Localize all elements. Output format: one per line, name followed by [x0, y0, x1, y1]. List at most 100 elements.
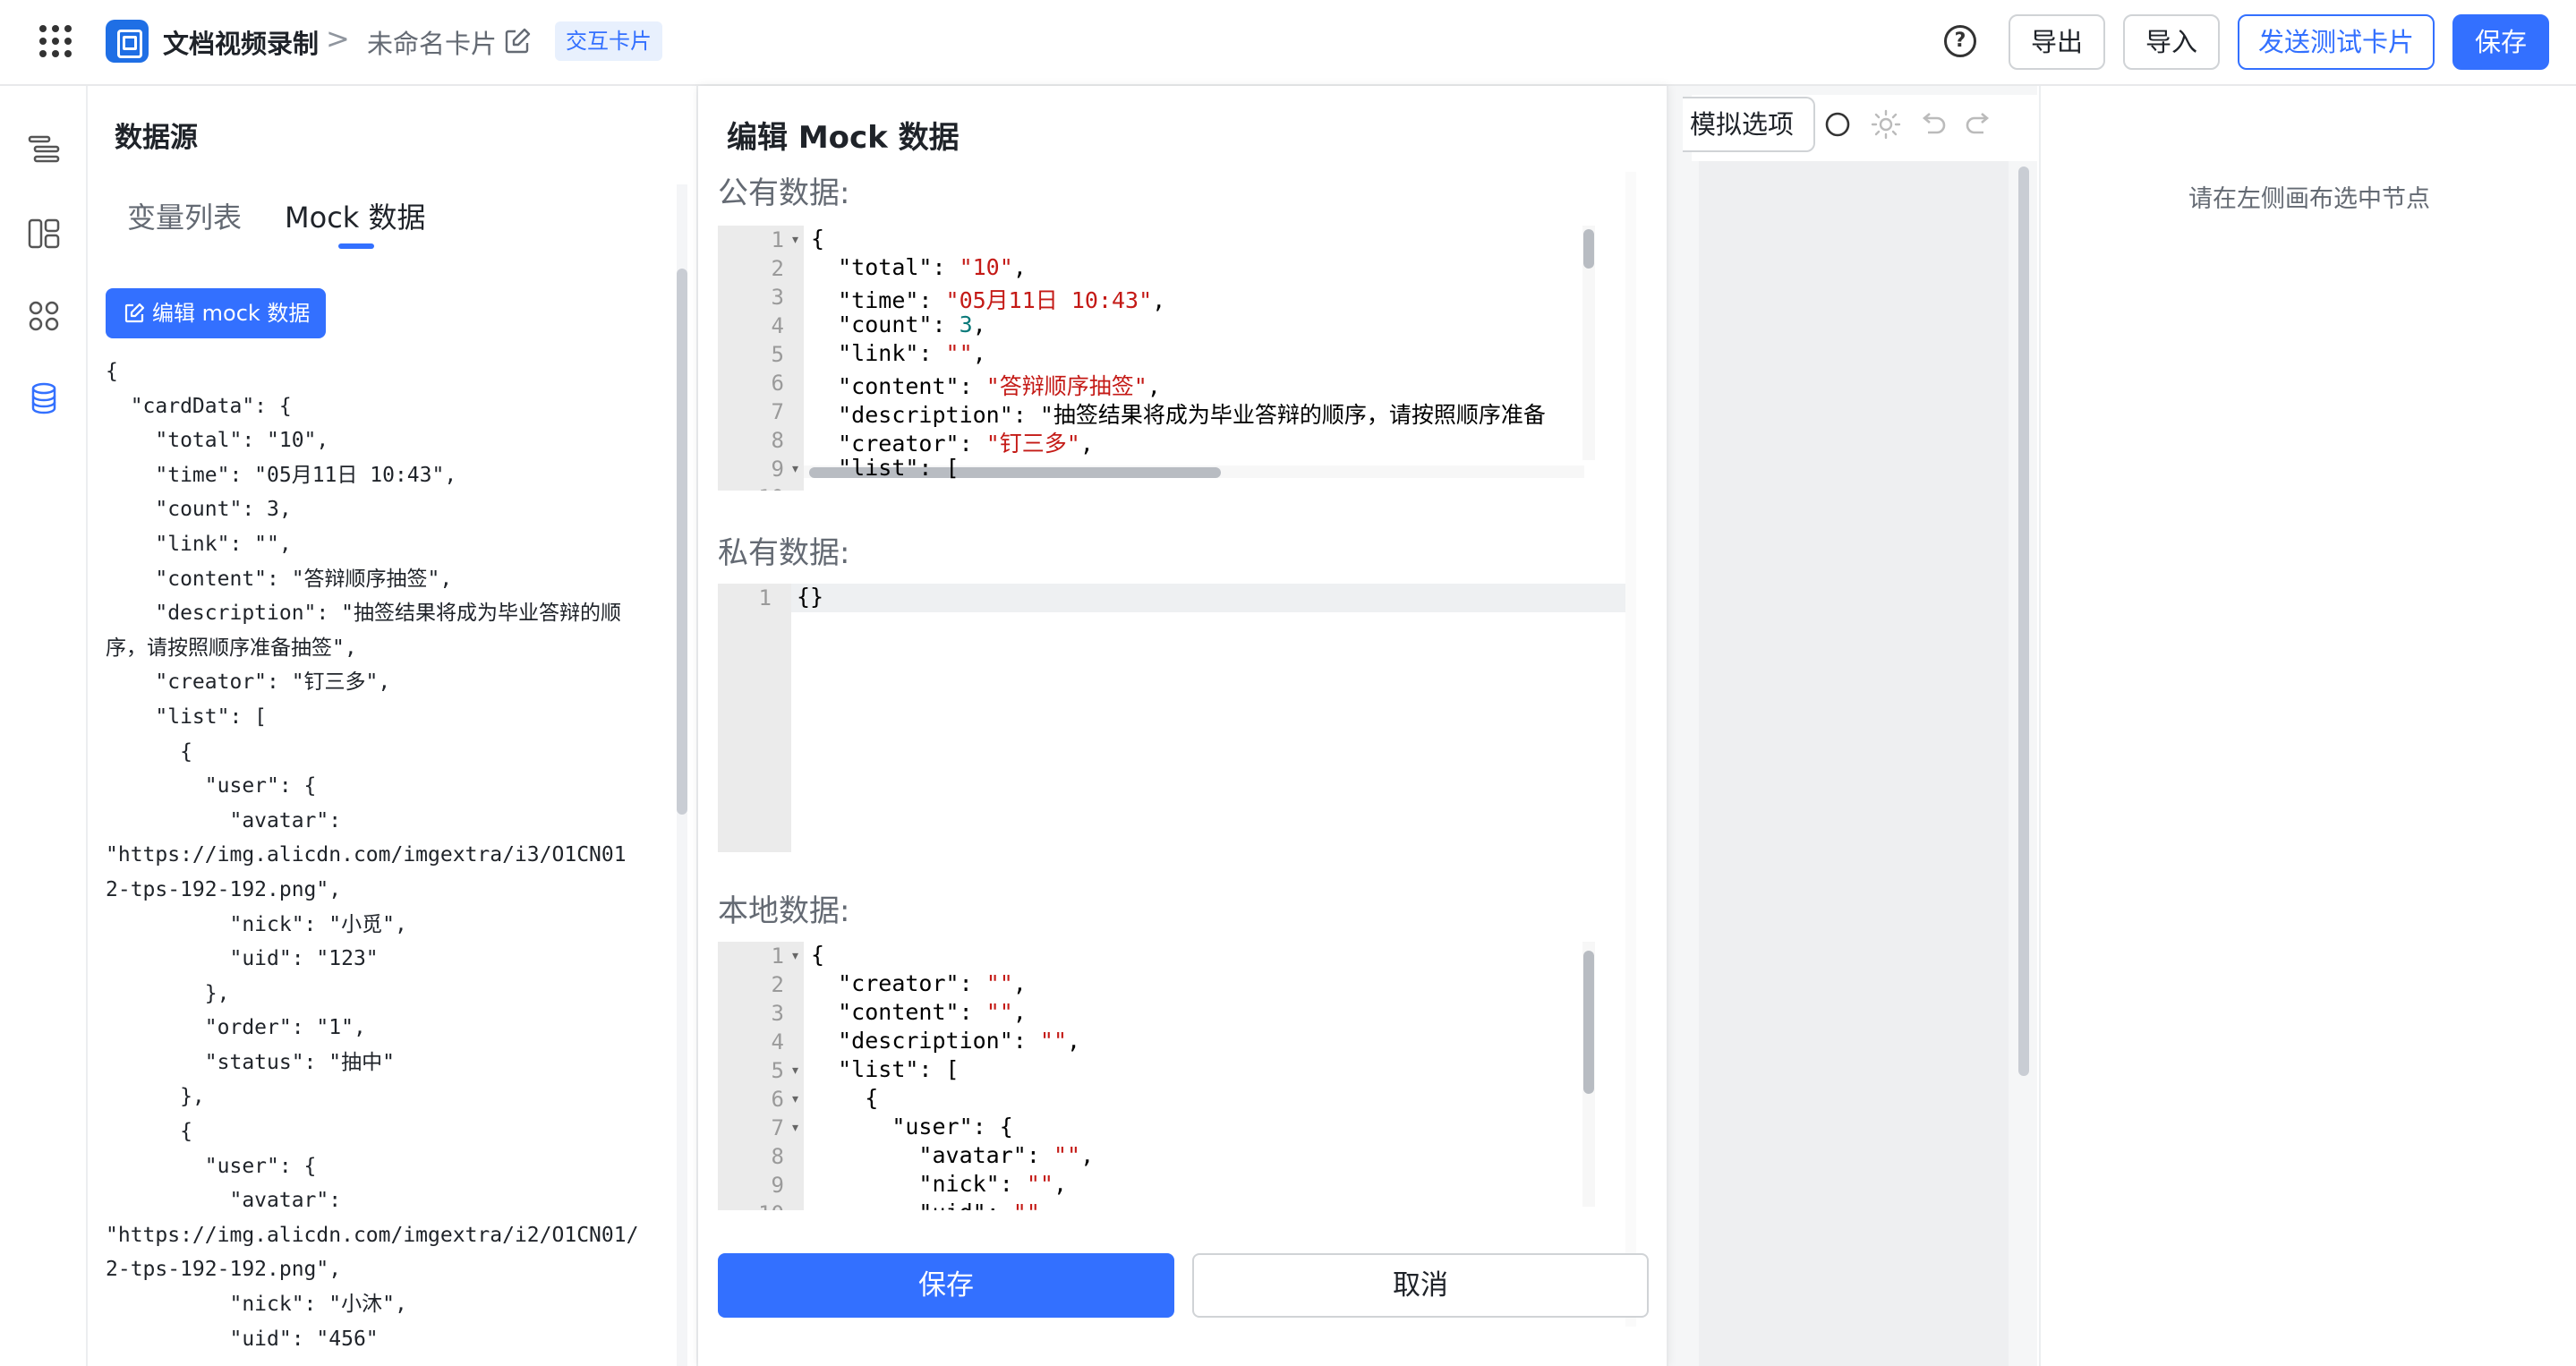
json-line: "uid": "456"	[106, 1327, 379, 1351]
panel-title: 数据源	[115, 122, 198, 154]
local-data-editor[interactable]: 1 ▾ 2 3 4 5 ▾ 6 ▾ 7 ▾ 8 9 10 { "creator": "", "conten…	[718, 942, 1613, 1210]
line-number: 5	[771, 1058, 784, 1083]
app-grid-icon[interactable]	[39, 25, 72, 57]
tab-mock-data[interactable]: Mock 数据	[285, 195, 426, 236]
line-number: 1	[758, 585, 772, 610]
outline-icon[interactable]	[27, 132, 61, 166]
line-number: 10	[718, 485, 804, 491]
edit-mock-data-label: 编辑 mock 数据	[152, 301, 311, 326]
code-line: "content": "",	[838, 999, 1027, 1025]
public-editor-vscroll[interactable]	[1582, 226, 1595, 460]
property-panel: 请在左侧画布选中节点	[2039, 86, 2576, 1366]
fold-arrow-icon[interactable]: ▾	[792, 233, 798, 247]
json-line: "time": "05月11日 10:43",	[106, 463, 457, 487]
card-name: 未命名卡片	[367, 29, 498, 59]
edit-mock-data-button[interactable]: 编辑 mock 数据	[106, 288, 327, 338]
export-button[interactable]: 导出	[2009, 14, 2105, 70]
line-number: 4	[771, 313, 784, 338]
json-line: 2-tps-192-192.png",	[106, 877, 342, 901]
json-line: "total": "10",	[106, 429, 329, 453]
code-line: "list": [	[838, 1056, 960, 1082]
code-line: "user": {	[891, 1114, 1013, 1140]
code-line: "uid": ""	[811, 1200, 1039, 1210]
edit-icon[interactable]	[503, 27, 532, 55]
code-line: "count": 3,	[838, 312, 986, 337]
line-number: 2	[771, 972, 784, 997]
redo-icon[interactable]	[1964, 109, 1994, 140]
tab-variable-list[interactable]: 变量列表	[127, 195, 242, 236]
json-line: "avatar":	[106, 1189, 342, 1213]
fold-arrow-icon[interactable]: ▾	[792, 1121, 798, 1135]
line-number: 3	[771, 1001, 784, 1026]
json-line: "https://img.alicdn.com/imgextra/i3/O1CN…	[106, 843, 627, 867]
json-line: "https://img.alicdn.com/imgextra/i2/O1CN…	[106, 1223, 639, 1247]
code-line: "total": "10",	[838, 254, 1027, 280]
canvas-scrollbar[interactable]	[2017, 161, 2030, 1366]
line-number-gutter: 1	[718, 584, 791, 852]
chevron-right-icon: >	[326, 21, 350, 55]
code-line: "avatar": "",	[918, 1142, 1095, 1168]
fold-arrow-icon[interactable]: ▾	[792, 1063, 798, 1078]
app-logo-icon	[106, 20, 149, 63]
top-bar: 文档视频录制 > 未命名卡片 交互卡片 ? 导出 导入 发送测试卡片 保存	[0, 0, 2576, 86]
private-data-label: 私有数据:	[718, 535, 850, 571]
code-line: "nick": "",	[918, 1171, 1068, 1197]
local-editor-vscroll[interactable]	[1582, 942, 1595, 1207]
public-data-editor[interactable]: 1 ▾ 2 3 4 5 6 7 8 9 ▾ 10 { "total": "10", "time": "…	[718, 226, 1613, 491]
left-icon-rail	[0, 86, 88, 1366]
code-line: "time": "05月11日 10:43",	[838, 287, 1166, 313]
json-line: },	[106, 981, 230, 1005]
json-line: "user": {	[106, 774, 317, 798]
help-icon[interactable]: ?	[1944, 25, 1976, 57]
json-line: "uid": "123"	[106, 947, 379, 971]
fold-arrow-icon[interactable]: ▾	[792, 949, 798, 963]
json-line: "avatar":	[106, 808, 342, 832]
modal-scrollbar[interactable]	[1625, 172, 1636, 1327]
import-button[interactable]: 导入	[2123, 14, 2220, 70]
line-number: 6	[771, 1087, 784, 1112]
save-button[interactable]: 保存	[2452, 14, 2549, 70]
modal-save-button[interactable]: 保存	[718, 1253, 1174, 1318]
line-number: 8	[771, 1144, 784, 1169]
code-line: {}	[797, 584, 824, 610]
line-number: 8	[771, 428, 784, 453]
app-name[interactable]: 文档视频录制	[163, 23, 319, 61]
line-number: 2	[771, 256, 784, 281]
mock-json-preview: { "cardData": { "total": "10", "time": "…	[106, 354, 670, 1366]
json-line: "list": [	[106, 704, 268, 729]
edit-icon	[124, 303, 145, 323]
card-type-tag: 交互卡片	[555, 21, 662, 61]
json-line: "order": "1",	[106, 1016, 366, 1040]
layout-icon[interactable]	[27, 217, 61, 251]
undo-icon[interactable]	[1917, 109, 1948, 140]
canvas-stage[interactable]	[1699, 161, 2009, 1366]
simulate-options-button[interactable]: 模拟选项	[1683, 97, 1816, 152]
code-line: "description": "",	[838, 1028, 1081, 1054]
send-test-card-button[interactable]: 发送测试卡片	[2238, 14, 2435, 70]
database-icon[interactable]	[27, 381, 61, 415]
modal-title: 编辑 Mock 数据	[727, 120, 960, 156]
json-line: "link": "",	[106, 532, 292, 556]
private-data-editor[interactable]: 1 {}	[718, 584, 1625, 852]
code-line: "creator": "钉三多",	[838, 431, 1094, 457]
json-line: "description": "抽签结果将成为毕业答辩的顺	[106, 602, 621, 626]
code-line: "content": "答辩顺序抽签",	[838, 373, 1161, 399]
json-line: 2-tps-192-192.png",	[106, 1258, 342, 1282]
json-line: {	[106, 739, 192, 764]
json-line: "status": "抽中"	[106, 1050, 395, 1074]
json-line: },	[106, 1085, 205, 1109]
json-line: {	[106, 360, 118, 383]
dark-mode-icon[interactable]	[1822, 109, 1853, 140]
fold-arrow-icon[interactable]: ▾	[792, 1092, 798, 1106]
json-line: "cardData": {	[106, 394, 292, 418]
code-line: {	[811, 942, 825, 968]
fold-arrow-icon[interactable]: ▾	[792, 462, 798, 476]
code-line: {	[811, 1085, 879, 1111]
components-icon[interactable]	[27, 299, 61, 333]
modal-cancel-button[interactable]: 取消	[1192, 1253, 1649, 1318]
json-line: "content": "答辩顺序抽签",	[106, 567, 453, 591]
panel-scrollbar[interactable]	[677, 184, 687, 1366]
line-number: 1	[771, 943, 784, 969]
light-mode-icon[interactable]	[1871, 109, 1901, 140]
code-line: "creator": "",	[838, 970, 1027, 996]
